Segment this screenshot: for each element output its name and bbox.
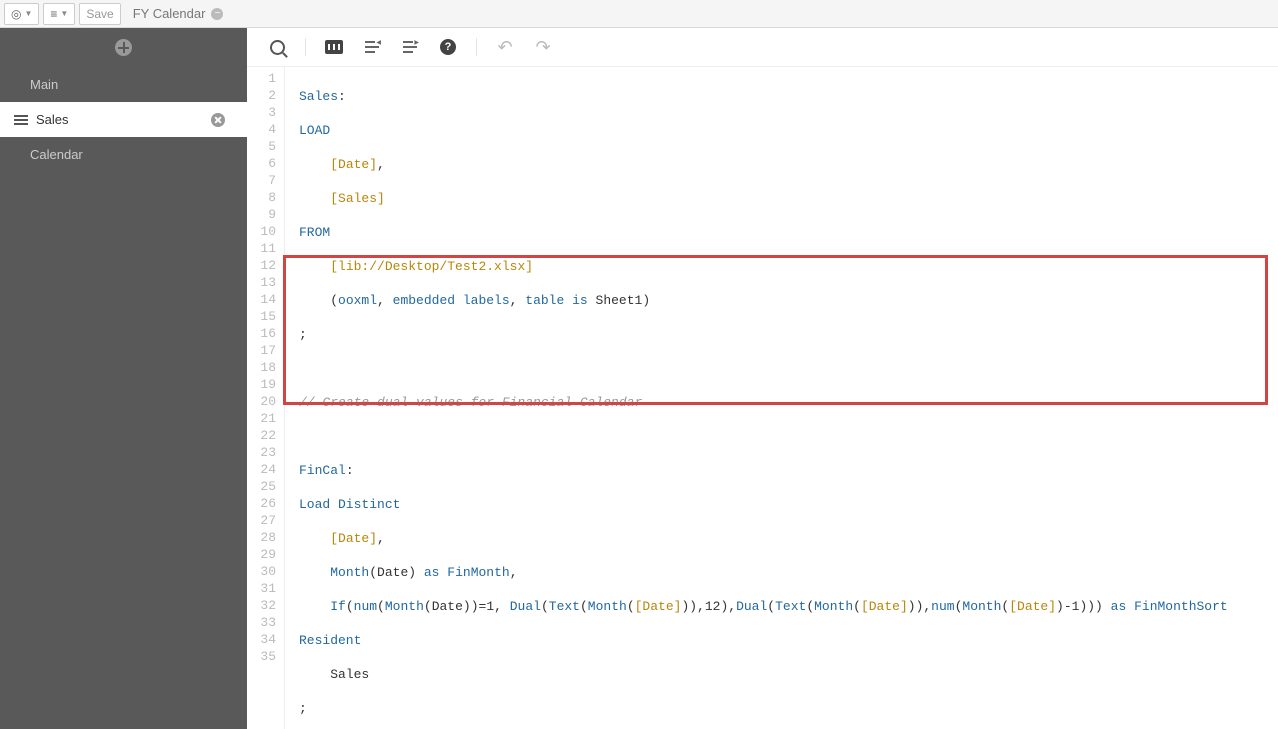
app-title: FY Calendar [125, 6, 224, 21]
line-gutter: 12345678910 11121314151617181920 2122232… [247, 67, 285, 729]
code-area[interactable]: 12345678910 11121314151617181920 2122232… [247, 67, 1278, 729]
app-title-text: FY Calendar [133, 6, 206, 21]
add-section-button[interactable] [0, 28, 247, 67]
search-icon [270, 40, 285, 55]
save-button[interactable]: Save [79, 3, 120, 25]
caret-down-icon: ▼ [60, 9, 68, 18]
separator [476, 38, 477, 56]
compass-icon: ◎ [11, 7, 21, 21]
undo-icon: ↶ [497, 37, 512, 58]
sidebar-item-main[interactable]: Main [0, 67, 247, 102]
plus-circle-icon [115, 39, 132, 56]
delete-section-icon[interactable] [211, 113, 225, 127]
redo-button[interactable]: ↷ [527, 32, 559, 62]
indent-icon [403, 41, 417, 53]
main-layout: Main Sales Calendar ? ↶ ↷ 1234 [0, 28, 1278, 729]
comment-button[interactable] [318, 32, 350, 62]
code-content[interactable]: Sales: LOAD [Date], [Sales] FROM [lib://… [285, 67, 1278, 729]
outdent-icon [365, 41, 379, 53]
help-button[interactable]: ? [432, 32, 464, 62]
status-badge-icon [211, 8, 223, 20]
list-icon: ≡ [50, 7, 57, 21]
save-label: Save [86, 7, 113, 21]
indent-button[interactable] [394, 32, 426, 62]
sidebar-item-label: Main [30, 77, 58, 92]
sidebar-item-label: Sales [36, 112, 69, 127]
drag-handle-icon[interactable] [14, 115, 28, 125]
list-button[interactable]: ≡ ▼ [43, 3, 75, 25]
undo-button[interactable]: ↶ [489, 32, 521, 62]
sidebar-item-label: Calendar [30, 147, 83, 162]
nav-button[interactable]: ◎ ▼ [4, 3, 39, 25]
topbar: ◎ ▼ ≡ ▼ Save FY Calendar [0, 0, 1278, 28]
search-button[interactable] [261, 32, 293, 62]
caret-down-icon: ▼ [24, 9, 32, 18]
sidebar-item-calendar[interactable]: Calendar [0, 137, 247, 172]
separator [305, 38, 306, 56]
editor: ? ↶ ↷ 12345678910 11121314151617181920 2… [247, 28, 1278, 729]
outdent-button[interactable] [356, 32, 388, 62]
comment-icon [325, 40, 343, 54]
sidebar-item-sales[interactable]: Sales [0, 102, 247, 137]
editor-toolbar: ? ↶ ↷ [247, 28, 1278, 67]
redo-icon: ↷ [535, 37, 550, 58]
help-icon: ? [440, 39, 456, 55]
sidebar: Main Sales Calendar [0, 28, 247, 729]
